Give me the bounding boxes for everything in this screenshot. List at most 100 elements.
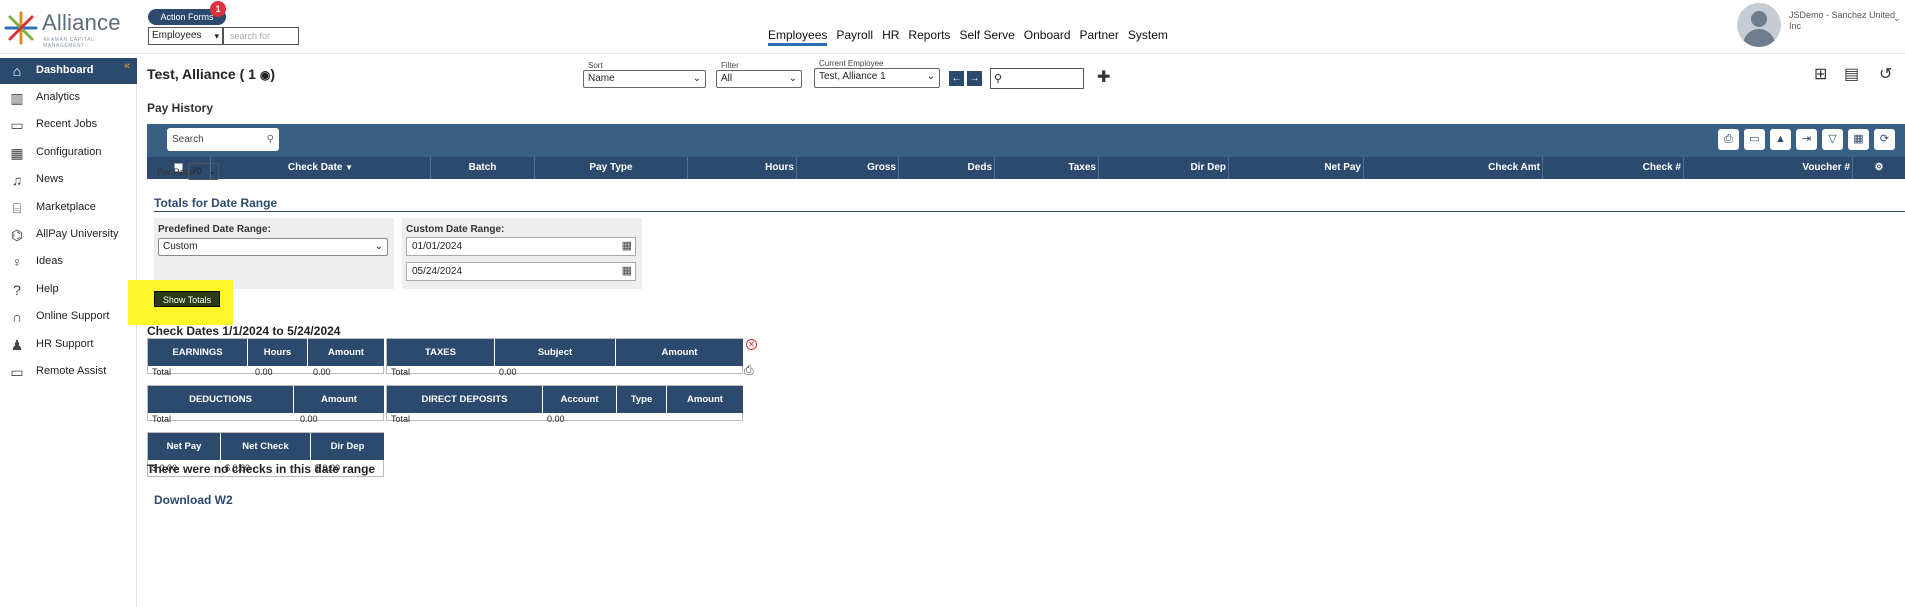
- chevron-down-icon[interactable]: ⌄: [1893, 13, 1901, 24]
- show-totals-button[interactable]: Show Totals: [154, 291, 220, 307]
- column-deds[interactable]: Deds: [899, 157, 995, 179]
- nav-reports[interactable]: Reports: [908, 28, 950, 46]
- predefined-range-value: Custom: [163, 241, 198, 252]
- column-taxes[interactable]: Taxes: [995, 157, 1099, 179]
- sidebar-item-dashboard[interactable]: ⌂ Dashboard «: [0, 58, 137, 84]
- column-voucher-number[interactable]: Voucher #: [1684, 157, 1853, 179]
- table-icon[interactable]: ▦: [1848, 129, 1869, 150]
- next-employee-button[interactable]: →: [967, 71, 982, 86]
- column-net-pay[interactable]: Net Pay: [1229, 157, 1364, 179]
- sidebar-item-news[interactable]: ♫ News: [0, 167, 137, 193]
- calendar-icon[interactable]: ▦: [622, 238, 632, 255]
- direct-deposits-header: DIRECT DEPOSITS: [387, 386, 543, 413]
- deductions-total-amount: 0.00: [300, 414, 318, 424]
- image-icon[interactable]: ▲: [1770, 129, 1791, 150]
- headset-icon: ∩: [11, 309, 23, 325]
- column-check-amt[interactable]: Check Amt: [1364, 157, 1543, 179]
- nav-employees[interactable]: Employees: [768, 28, 828, 46]
- question-icon: ?: [13, 282, 21, 298]
- nav-partner[interactable]: Partner: [1080, 28, 1119, 46]
- column-check-date-label: Check Date: [287, 162, 343, 173]
- net-check-header: Net Check: [221, 433, 311, 460]
- grid-view-icon[interactable]: ⊞: [1814, 64, 1827, 84]
- start-date-input[interactable]: 01/01/2024 ▦: [406, 237, 636, 256]
- column-batch[interactable]: Batch: [431, 157, 535, 179]
- nav-onboard[interactable]: Onboard: [1024, 28, 1071, 46]
- sidebar-item-label: Online Support: [36, 310, 110, 322]
- deductions-total-label: Total: [152, 414, 172, 424]
- download-w2-title: Download W2: [154, 493, 233, 507]
- lightbulb-icon: ♀: [11, 254, 23, 270]
- close-icon[interactable]: ✕: [746, 339, 757, 350]
- nav-hr[interactable]: HR: [882, 28, 899, 46]
- deductions-amount-header: Amount: [294, 386, 384, 413]
- current-employee-label: Current Employee: [819, 59, 884, 68]
- sidebar-item-remote-assist[interactable]: ▭ Remote Assist: [0, 359, 137, 385]
- refresh-icon[interactable]: ⟳: [1874, 129, 1895, 150]
- sidebar-item-label: HR Support: [36, 338, 94, 350]
- earnings-table: EARNINGS Hours Amount Total 0.00 0.00: [147, 338, 384, 377]
- sort-select[interactable]: Name ⌄: [583, 70, 706, 88]
- sort-label: Sort: [588, 61, 603, 70]
- history-icon[interactable]: ↺: [1879, 64, 1892, 84]
- sidebar-item-label: Remote Assist: [36, 365, 107, 377]
- nav-payroll[interactable]: Payroll: [836, 28, 873, 46]
- filter-icon[interactable]: ▽: [1822, 129, 1843, 150]
- user-name[interactable]: JSDemo - Sanchez United Inc: [1789, 10, 1899, 32]
- scope-select[interactable]: Employees ▾: [148, 27, 223, 45]
- column-check-number[interactable]: Check #: [1543, 157, 1684, 179]
- column-hours[interactable]: Hours: [688, 157, 797, 179]
- end-date-value: 05/24/2024: [412, 266, 463, 277]
- filter-select[interactable]: All ⌄: [716, 70, 802, 88]
- sidebar-item-help[interactable]: ? Help: [0, 277, 137, 303]
- card-icon[interactable]: ▭: [1744, 129, 1765, 150]
- sidebar-item-marketplace[interactable]: ⌸ Marketplace: [0, 195, 137, 221]
- print-icon[interactable]: ⎙: [1718, 129, 1739, 150]
- earnings-header: EARNINGS: [148, 339, 248, 366]
- print-icon[interactable]: ⎙: [744, 363, 754, 378]
- per-page-select[interactable]: 70 ⌄: [188, 163, 219, 180]
- predefined-range-select[interactable]: Custom ⌄: [158, 238, 388, 256]
- column-dir-dep[interactable]: Dir Dep: [1099, 157, 1229, 179]
- sidebar-item-recent-jobs[interactable]: ▭ Recent Jobs: [0, 112, 137, 138]
- brand-name: Alliance: [42, 10, 121, 35]
- column-settings-icon[interactable]: ⚙: [1853, 157, 1905, 179]
- column-gross[interactable]: Gross: [797, 157, 899, 179]
- export-icon[interactable]: ⇥: [1796, 129, 1817, 150]
- earnings-total-hours: 0.00: [255, 367, 273, 377]
- eye-icon[interactable]: ◉: [260, 68, 270, 82]
- column-check-date[interactable]: Check Date ▼: [211, 157, 431, 179]
- sidebar-item-online-support[interactable]: ∩ Online Support: [0, 304, 137, 330]
- custom-range-label: Custom Date Range:: [406, 224, 505, 235]
- sidebar-item-label: Ideas: [36, 255, 63, 267]
- nav-system[interactable]: System: [1128, 28, 1168, 46]
- employee-search-input[interactable]: ⚲: [990, 68, 1084, 89]
- alliance-logo[interactable]: Alliance AKAMAN CAPITAL MANAGEMENT: [3, 8, 133, 49]
- column-pay-type[interactable]: Pay Type: [535, 157, 688, 179]
- person-icon: ♟: [10, 337, 24, 353]
- collapse-sidebar-icon[interactable]: «: [124, 60, 130, 72]
- sidebar: ⌂ Dashboard « ▥ Analytics ▭ Recent Jobs …: [0, 58, 137, 607]
- sidebar-item-configuration[interactable]: ▦ Configuration: [0, 140, 137, 166]
- grid-search-input[interactable]: Search ⚲: [167, 128, 279, 151]
- start-date-value: 01/01/2024: [412, 241, 463, 252]
- current-employee-select[interactable]: Test, Alliance 1 ⌄: [814, 68, 940, 88]
- sidebar-item-allpay-university[interactable]: ⌬ AllPay University: [0, 222, 137, 248]
- end-date-input[interactable]: 05/24/2024 ▦: [406, 262, 636, 281]
- previous-employee-button[interactable]: ←: [949, 71, 964, 86]
- home-icon: ⌂: [12, 63, 22, 79]
- taxes-header: TAXES: [387, 339, 495, 366]
- sidebar-item-ideas[interactable]: ♀ Ideas: [0, 249, 137, 275]
- deductions-header: DEDUCTIONS: [148, 386, 294, 413]
- check-dates-title: Check Dates 1/1/2024 to 5/24/2024: [147, 324, 341, 338]
- deductions-table: DEDUCTIONS Amount Total 0.00: [147, 385, 384, 424]
- avatar[interactable]: [1737, 3, 1781, 47]
- sidebar-item-analytics[interactable]: ▥ Analytics: [0, 85, 137, 111]
- calendar-icon[interactable]: ▦: [622, 263, 632, 280]
- add-user-icon[interactable]: ✚: [1097, 67, 1110, 87]
- sidebar-item-hr-support[interactable]: ♟ HR Support: [0, 332, 137, 358]
- earnings-hours-header: Hours: [248, 339, 308, 366]
- document-icon[interactable]: ▤: [1844, 64, 1859, 84]
- nav-self-serve[interactable]: Self Serve: [959, 28, 1014, 46]
- top-search-input[interactable]: search for: [223, 27, 299, 45]
